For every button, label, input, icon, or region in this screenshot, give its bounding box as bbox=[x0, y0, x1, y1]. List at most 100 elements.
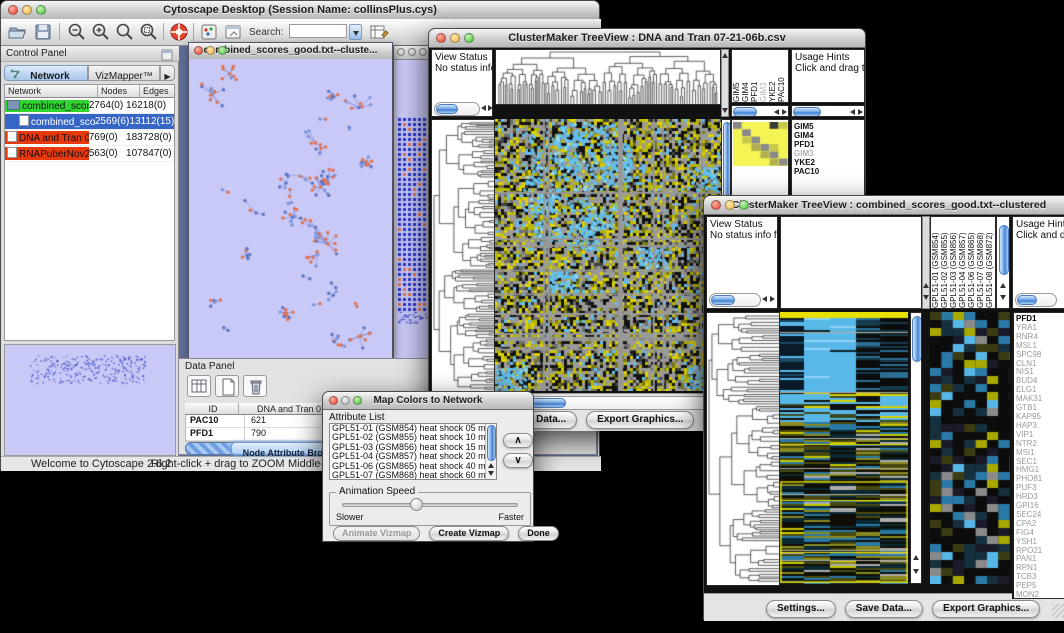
gene-label[interactable]: YKE2 bbox=[792, 158, 864, 167]
gene-label[interactable]: PFD1 bbox=[792, 140, 864, 149]
tv1-row-dendrogram-canvas[interactable] bbox=[431, 119, 495, 393]
close-icon[interactable] bbox=[329, 396, 338, 405]
gene-label[interactable]: GIM5 bbox=[792, 122, 864, 131]
column-label[interactable]: GPL51-07 (GSM868) bbox=[976, 217, 985, 308]
scroll-left-icon[interactable] bbox=[774, 109, 779, 115]
main-title-bar[interactable]: Cytoscape Desktop (Session Name: collins… bbox=[1, 1, 599, 20]
minimize-icon[interactable] bbox=[725, 200, 735, 210]
network-tree-row[interactable]: RNAPuberNov2+563(0)107847(0) bbox=[5, 146, 174, 162]
tv1-column-dendrogram-canvas[interactable] bbox=[495, 49, 721, 105]
close-icon[interactable] bbox=[436, 33, 446, 43]
tv1-correlation-matrix-canvas[interactable] bbox=[733, 122, 788, 166]
zoom-window-icon[interactable] bbox=[36, 5, 46, 15]
scroll-up-icon[interactable] bbox=[488, 463, 494, 468]
scroll-left-icon[interactable] bbox=[762, 296, 767, 302]
treeview2-title-bar[interactable]: ClusterMaker TreeView : combined_scores_… bbox=[704, 196, 1064, 215]
close-icon[interactable] bbox=[8, 5, 18, 15]
gene-label[interactable]: PAC10 bbox=[792, 167, 864, 176]
column-label[interactable]: GPL51-03 (GSM856) bbox=[949, 217, 958, 308]
minimize-icon[interactable] bbox=[22, 5, 32, 15]
network-tree-row[interactable]: DNA and Tran 07769(0)183728(0) bbox=[5, 130, 174, 146]
network-overview-canvas[interactable] bbox=[4, 344, 176, 456]
scroll-right-icon[interactable] bbox=[488, 105, 493, 111]
zoom-window-icon[interactable] bbox=[419, 48, 427, 56]
tv2-heat-vscroll-thumb[interactable] bbox=[912, 316, 922, 362]
scroll-up-icon[interactable] bbox=[913, 555, 919, 560]
scroll-down-icon[interactable] bbox=[488, 471, 494, 476]
panel-dots-icon[interactable] bbox=[199, 22, 219, 42]
tv2-status-scrollbar[interactable] bbox=[709, 293, 761, 307]
tab-vizmapper[interactable]: VizMapper™ bbox=[88, 65, 160, 81]
treeview2-button[interactable]: Save Data... bbox=[845, 600, 923, 618]
background-network-canvas[interactable] bbox=[395, 60, 431, 360]
tv2-row-dendrogram-canvas[interactable] bbox=[706, 312, 780, 586]
zoom-fit-icon[interactable] bbox=[139, 22, 159, 42]
scroll-down-icon[interactable] bbox=[722, 108, 728, 113]
speed-slider-thumb[interactable] bbox=[410, 498, 423, 511]
column-label[interactable]: GPL51-01 (GSM854) bbox=[931, 217, 940, 308]
zoom-window-icon[interactable] bbox=[464, 33, 474, 43]
tv2-labels-vscroll-thumb[interactable] bbox=[999, 225, 1009, 275]
scroll-up-icon[interactable] bbox=[1000, 283, 1006, 288]
treeview2-button[interactable]: Export Graphics... bbox=[932, 600, 1040, 618]
minimize-icon[interactable] bbox=[408, 48, 416, 56]
scroll-up-icon[interactable] bbox=[923, 283, 929, 288]
dialog-button[interactable]: Done bbox=[518, 526, 559, 541]
move-down-button[interactable]: ∨ bbox=[503, 453, 533, 468]
new-attribute-button[interactable] bbox=[215, 375, 239, 397]
attribute-item[interactable]: GPL51-07 (GSM868) heat shock 60 min bbox=[330, 471, 496, 480]
tv2-zoom-heatmap-canvas[interactable] bbox=[930, 312, 1010, 584]
gene-label[interactable]: MON2 bbox=[1014, 591, 1064, 599]
speed-slider-groove[interactable] bbox=[342, 503, 518, 507]
delete-attribute-trash-icon[interactable] bbox=[243, 375, 267, 397]
window-snapshot-icon[interactable] bbox=[223, 22, 243, 42]
background-network-frame[interactable] bbox=[393, 45, 433, 363]
zoom-out-icon[interactable] bbox=[67, 22, 87, 42]
column-header-network[interactable]: Network bbox=[5, 85, 98, 98]
search-dropdown-button[interactable] bbox=[349, 24, 362, 40]
column-label[interactable]: PAC10 bbox=[777, 50, 786, 102]
tv1-usage-hscroll-thumb[interactable] bbox=[793, 107, 821, 117]
column-label[interactable]: PFD1 bbox=[750, 50, 759, 102]
float-panel-icon[interactable] bbox=[161, 48, 173, 60]
minimize-icon[interactable] bbox=[341, 396, 350, 405]
treeview1-title-bar[interactable]: ClusterMaker TreeView : DNA and Tran 07-… bbox=[429, 29, 865, 48]
scroll-left-icon[interactable] bbox=[850, 109, 855, 115]
tv1-heatmap-canvas[interactable] bbox=[495, 119, 721, 391]
column-label[interactable]: GPL51-02 (GSM855) bbox=[940, 217, 949, 308]
tv2-usage-scrollbar[interactable] bbox=[1015, 293, 1057, 307]
tv1-labels-hscroll-thumb[interactable] bbox=[733, 107, 757, 117]
column-label[interactable]: GIM3 bbox=[759, 50, 768, 102]
scroll-left-icon[interactable] bbox=[481, 105, 486, 111]
zoom-in-icon[interactable] bbox=[91, 22, 111, 42]
column-header-nodes[interactable]: Nodes bbox=[98, 85, 140, 98]
scroll-right-icon[interactable] bbox=[858, 109, 863, 115]
zoom-window-icon[interactable] bbox=[353, 396, 362, 405]
open-session-icon[interactable] bbox=[7, 22, 27, 42]
tv1-status-scrollbar[interactable] bbox=[434, 102, 480, 116]
scroll-down-icon[interactable] bbox=[913, 569, 919, 574]
move-up-button[interactable]: ∧ bbox=[503, 433, 533, 448]
zoom-selected-icon[interactable] bbox=[115, 22, 135, 42]
scroll-down-icon[interactable] bbox=[1000, 295, 1006, 300]
minimize-icon[interactable] bbox=[450, 33, 460, 43]
column-label[interactable]: GPL51-08 (GSM872) bbox=[985, 217, 994, 308]
zoom-window-icon[interactable] bbox=[218, 46, 227, 55]
data-column-id[interactable]: ID bbox=[185, 403, 239, 415]
tv2-heatmap-canvas[interactable] bbox=[780, 312, 908, 584]
column-label[interactable]: GPL51-06 (GSM865) bbox=[967, 217, 976, 308]
select-attributes-button[interactable] bbox=[187, 375, 211, 397]
gene-label[interactable]: GIM3 bbox=[792, 149, 864, 158]
tab-network[interactable]: Network bbox=[4, 65, 88, 81]
column-label[interactable]: GIM5 bbox=[732, 50, 741, 102]
save-session-icon[interactable] bbox=[33, 22, 53, 42]
close-icon[interactable] bbox=[194, 46, 203, 55]
column-header-edges[interactable]: Edges bbox=[140, 85, 174, 98]
attribute-browser-icon[interactable] bbox=[369, 22, 389, 42]
tab-overflow-button[interactable]: ▶ bbox=[160, 65, 175, 81]
zoom-window-icon[interactable] bbox=[739, 200, 749, 210]
close-icon[interactable] bbox=[397, 48, 405, 56]
minimize-icon[interactable] bbox=[206, 46, 215, 55]
scroll-right-icon[interactable] bbox=[770, 296, 775, 302]
network-view-canvas[interactable] bbox=[189, 59, 392, 359]
